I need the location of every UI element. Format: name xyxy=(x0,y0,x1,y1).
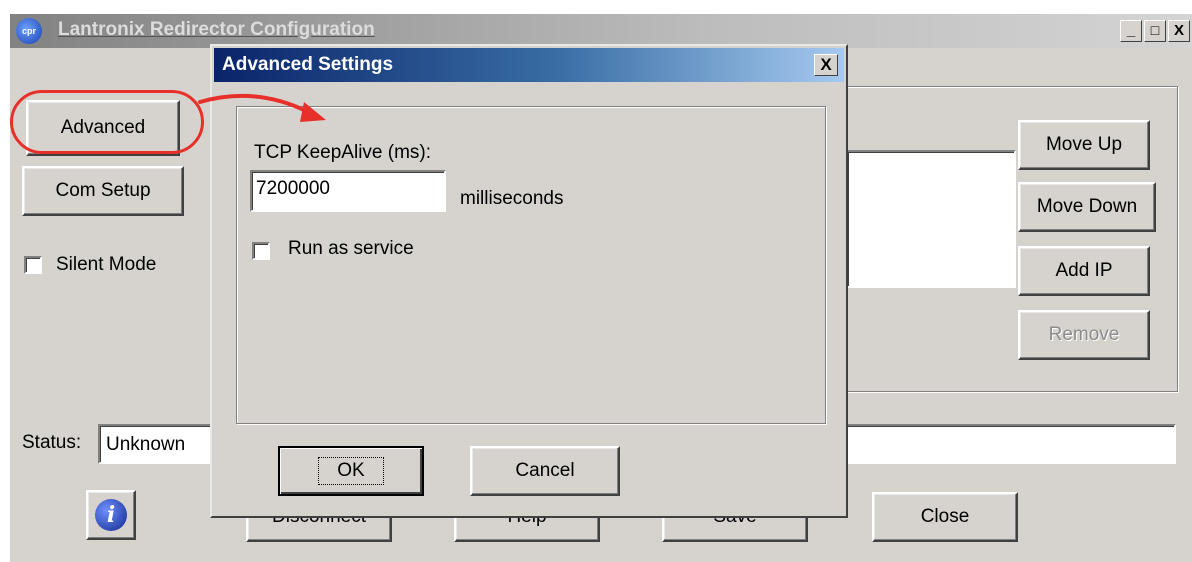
add-ip-button[interactable]: Add IP xyxy=(1018,246,1150,296)
info-button[interactable]: i xyxy=(86,490,136,540)
app-icon: cpr xyxy=(16,18,42,44)
ip-list[interactable] xyxy=(846,150,1016,288)
keepalive-unit-label: milliseconds xyxy=(460,188,564,209)
annotation-arrow xyxy=(198,93,326,122)
keepalive-label: TCP KeepAlive (ms): xyxy=(254,142,432,163)
close-button[interactable]: Close xyxy=(872,492,1018,542)
remove-button[interactable]: Remove xyxy=(1018,310,1150,360)
dialog-close-button[interactable]: X xyxy=(814,54,838,76)
arrow-head xyxy=(300,102,326,122)
main-window-title: Lantronix Redirector Configuration xyxy=(58,19,375,40)
close-button-label: Close xyxy=(920,506,970,527)
ok-button-label: OK xyxy=(318,457,384,485)
status-label: Status: xyxy=(22,432,82,453)
com-setup-button-label: Com Setup xyxy=(55,180,151,201)
silent-mode-label[interactable]: Silent Mode xyxy=(56,254,156,276)
close-window-button[interactable]: X xyxy=(1168,20,1190,42)
minimize-button[interactable]: _ xyxy=(1120,20,1142,42)
move-up-button-label: Move Up xyxy=(1045,134,1123,155)
silent-mode-checkbox[interactable] xyxy=(24,256,42,274)
keepalive-input[interactable]: 7200000 xyxy=(250,170,446,212)
remove-button-label: Remove xyxy=(1048,324,1120,345)
move-down-button-label: Move Down xyxy=(1036,196,1138,217)
info-icon: i xyxy=(95,499,127,531)
dialog-title-bar[interactable]: Advanced Settings X xyxy=(214,48,844,82)
add-ip-button-label: Add IP xyxy=(1055,260,1113,281)
move-down-button[interactable]: Move Down xyxy=(1018,182,1156,232)
ok-button[interactable]: OK xyxy=(278,446,424,496)
dialog-title: Advanced Settings xyxy=(222,54,394,75)
cancel-button-label: Cancel xyxy=(515,460,575,481)
move-up-button[interactable]: Move Up xyxy=(1018,120,1150,170)
run-as-service-checkbox[interactable] xyxy=(252,242,270,260)
run-as-service-label[interactable]: Run as service xyxy=(288,238,414,260)
arrow-shaft xyxy=(198,93,310,114)
cancel-button[interactable]: Cancel xyxy=(470,446,620,496)
com-setup-button[interactable]: Com Setup xyxy=(22,166,184,216)
main-title-bar[interactable]: cpr Lantronix Redirector Configuration _… xyxy=(10,14,1192,48)
maximize-button[interactable]: □ xyxy=(1144,20,1166,42)
highlight-ellipse xyxy=(10,90,204,154)
